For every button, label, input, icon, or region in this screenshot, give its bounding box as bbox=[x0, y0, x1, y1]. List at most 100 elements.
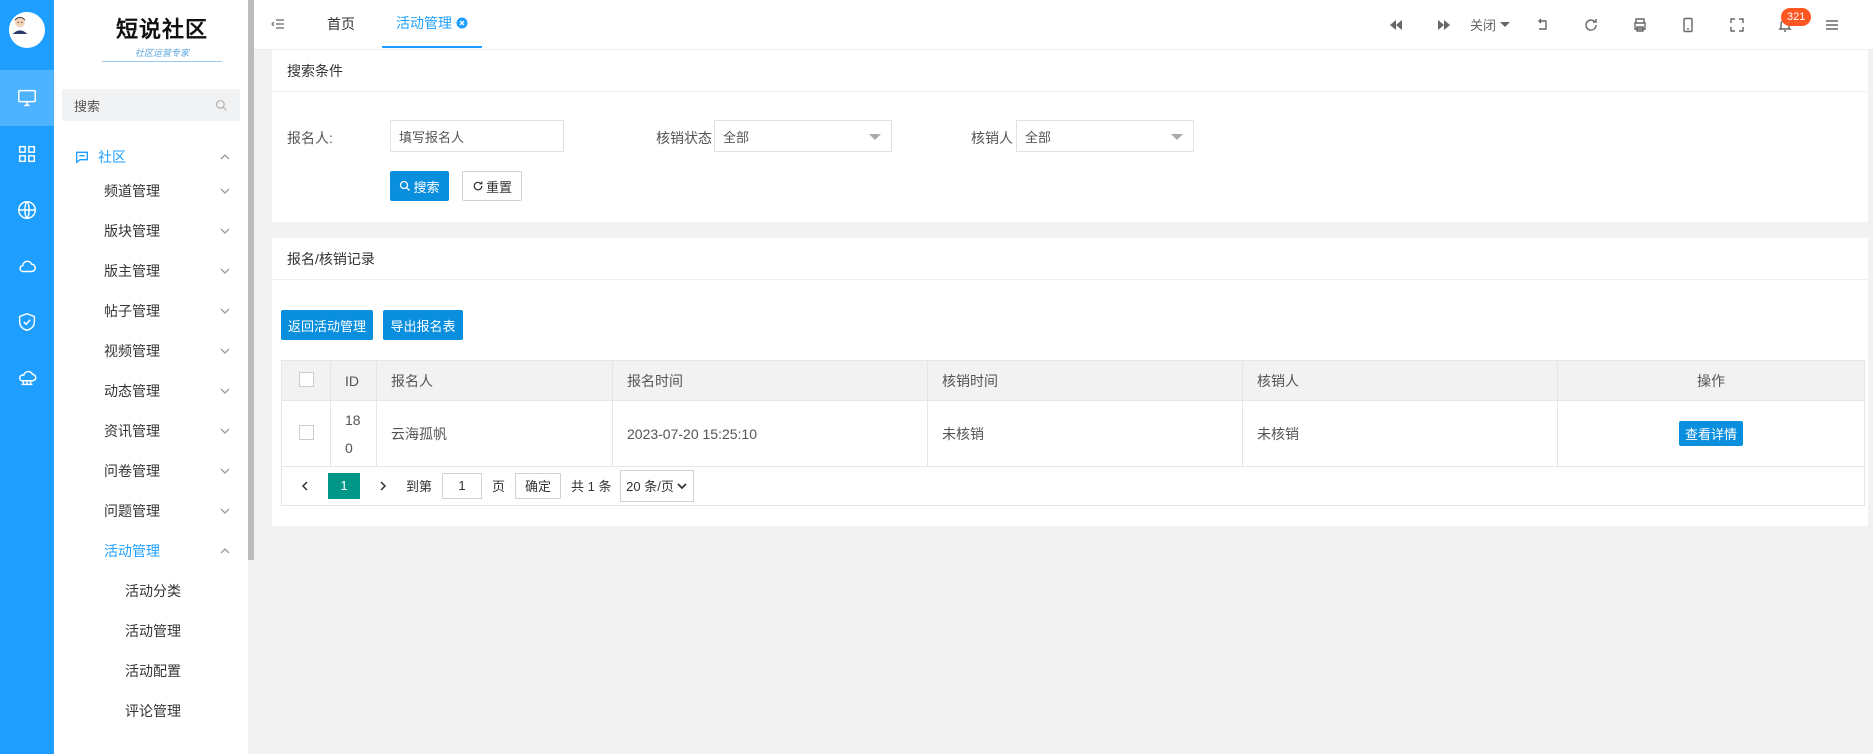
next-page-icon[interactable] bbox=[370, 473, 396, 499]
cloud-network-icon[interactable] bbox=[0, 350, 54, 406]
print-icon[interactable] bbox=[1629, 14, 1651, 36]
tab-home[interactable]: 首页 bbox=[327, 0, 355, 48]
chevron-up-icon bbox=[220, 548, 230, 554]
sidebar-subitem-label: 活动分类 bbox=[125, 583, 181, 599]
sidebar-scrollbar[interactable] bbox=[248, 0, 254, 560]
verify-status-label: 核销状态 bbox=[656, 130, 712, 146]
chevron-down-icon bbox=[220, 388, 230, 394]
mobile-icon[interactable] bbox=[1677, 14, 1699, 36]
search-button-label: 搜索 bbox=[413, 179, 440, 195]
goto-confirm-button[interactable]: 确定 bbox=[515, 472, 562, 499]
back-icon[interactable] bbox=[1532, 14, 1554, 36]
page-size-select[interactable]: 20 条/页 bbox=[619, 469, 694, 502]
close-tabs-dropdown[interactable]: 关闭 bbox=[1470, 0, 1511, 48]
search-button[interactable]: 搜索 bbox=[390, 171, 449, 201]
monitor-icon[interactable] bbox=[0, 70, 54, 126]
sidebar-item-activity[interactable]: 活动管理 bbox=[54, 531, 248, 571]
column-header[interactable]: 报名人 bbox=[376, 360, 613, 401]
verifier-cell: 未核销 bbox=[1242, 400, 1558, 467]
sidebar-item-moderator[interactable]: 版主管理 bbox=[54, 251, 248, 291]
row-checkbox[interactable] bbox=[298, 424, 314, 440]
page-size-value: 20 条/页 bbox=[626, 479, 674, 494]
more-menu-icon[interactable] bbox=[1821, 14, 1843, 36]
column-header[interactable]: ID bbox=[330, 360, 377, 401]
chevron-down-icon bbox=[220, 188, 230, 194]
goto-page-input[interactable]: 1 bbox=[442, 472, 483, 499]
sidebar-item-label: 帖子管理 bbox=[104, 303, 160, 319]
sidebar-subitem-activity-manage[interactable]: 活动管理 bbox=[54, 611, 248, 651]
sidebar-item-post[interactable]: 帖子管理 bbox=[54, 291, 248, 331]
column-header[interactable]: 报名时间 bbox=[612, 360, 928, 401]
fullscreen-icon[interactable] bbox=[1726, 14, 1748, 36]
logo-title: 短说社区 bbox=[115, 18, 208, 43]
refresh-icon[interactable] bbox=[1580, 14, 1602, 36]
reset-button[interactable]: 重置 bbox=[462, 171, 522, 201]
select-all-checkbox[interactable] bbox=[298, 371, 314, 387]
sidebar-item-board[interactable]: 版块管理 bbox=[54, 211, 248, 251]
cloud-icon[interactable] bbox=[0, 238, 54, 294]
records-table: ID 报名人 报名时间 核销时间 核销人 操作 18 0 云海孤帆 2023-0… bbox=[281, 360, 1865, 467]
verifier-value: 全部 bbox=[1025, 129, 1052, 145]
sidebar-item-feed[interactable]: 动态管理 bbox=[54, 371, 248, 411]
prev-page-icon[interactable] bbox=[292, 473, 318, 499]
column-header[interactable]: 核销时间 bbox=[927, 360, 1243, 401]
sidebar-subitem-comment-manage[interactable]: 评论管理 bbox=[54, 691, 248, 731]
column-header[interactable]: 操作 bbox=[1557, 360, 1865, 401]
verify-status-value: 全部 bbox=[723, 129, 750, 145]
caret-down-icon bbox=[869, 134, 881, 140]
total-count: 共 1 条 bbox=[571, 479, 612, 494]
select-all-cell bbox=[281, 360, 331, 401]
chevron-down-icon bbox=[220, 428, 230, 434]
chevron-down-icon bbox=[220, 348, 230, 354]
chevron-down-icon bbox=[220, 308, 230, 314]
id-line-2: 0 bbox=[345, 439, 353, 456]
chevron-down-icon bbox=[677, 482, 687, 489]
shield-icon[interactable] bbox=[0, 294, 54, 350]
refresh-icon bbox=[473, 181, 483, 191]
sidebar-group-community[interactable]: 社区 bbox=[54, 139, 248, 175]
current-page[interactable]: 1 bbox=[328, 472, 360, 499]
logo-subtitle: 社区运营专家 bbox=[102, 46, 222, 62]
scroll-tabs-right-icon[interactable] bbox=[1433, 14, 1455, 36]
sidebar-item-survey[interactable]: 问卷管理 bbox=[54, 451, 248, 491]
tab-label: 首页 bbox=[327, 16, 355, 32]
reset-button-label: 重置 bbox=[485, 179, 512, 195]
tab-activity-manage[interactable]: 活动管理 bbox=[382, 0, 482, 48]
verifier-select[interactable]: 全部 bbox=[1016, 120, 1194, 152]
register-time-cell: 2023-07-20 15:25:10 bbox=[612, 400, 928, 467]
export-button-label: 导出报名表 bbox=[390, 318, 456, 334]
back-to-activity-button[interactable]: 返回活动管理 bbox=[281, 310, 373, 340]
sidebar-search[interactable]: 搜索 bbox=[62, 89, 240, 121]
sidebar-item-video[interactable]: 视频管理 bbox=[54, 331, 248, 371]
close-tab-icon[interactable] bbox=[456, 17, 468, 29]
registrant-placeholder: 填写报名人 bbox=[399, 129, 465, 145]
site-logo[interactable]: 短说社区 社区运营专家 bbox=[102, 12, 222, 72]
export-registration-button[interactable]: 导出报名表 bbox=[383, 310, 463, 340]
view-detail-button[interactable]: 查看详情 bbox=[1678, 421, 1743, 446]
sidebar-item-label: 动态管理 bbox=[104, 383, 160, 399]
column-header[interactable]: 核销人 bbox=[1242, 360, 1558, 401]
sidebar-group-label: 社区 bbox=[98, 149, 126, 165]
sidebar-item-label: 频道管理 bbox=[104, 183, 160, 199]
registrant-input[interactable]: 填写报名人 bbox=[390, 120, 564, 152]
sidebar-item-channel[interactable]: 频道管理 bbox=[54, 171, 248, 211]
search-card-title: 搜索条件 bbox=[272, 50, 1868, 92]
top-bar: 首页 活动管理 关闭 321 bbox=[254, 0, 1873, 50]
table-header-row: ID 报名人 报名时间 核销时间 核销人 操作 bbox=[281, 360, 1865, 401]
globe-icon[interactable] bbox=[0, 182, 54, 238]
search-icon bbox=[216, 99, 227, 111]
sidebar-subitem-label: 活动配置 bbox=[125, 663, 181, 679]
registrant-cell: 云海孤帆 bbox=[376, 400, 613, 467]
sidebar-subitem-activity-category[interactable]: 活动分类 bbox=[54, 571, 248, 611]
verify-status-select[interactable]: 全部 bbox=[714, 120, 892, 152]
registrant-label: 报名人: bbox=[287, 130, 333, 146]
chevron-down-icon bbox=[220, 268, 230, 274]
sidebar-subitem-activity-config[interactable]: 活动配置 bbox=[54, 651, 248, 691]
sidebar-item-question[interactable]: 问题管理 bbox=[54, 491, 248, 531]
grid-icon[interactable] bbox=[0, 126, 54, 182]
notification-badge: 321 bbox=[1781, 8, 1812, 26]
user-avatar[interactable] bbox=[9, 12, 45, 48]
collapse-menu-icon[interactable] bbox=[270, 0, 286, 48]
scroll-tabs-left-icon[interactable] bbox=[1385, 14, 1407, 36]
sidebar-item-news[interactable]: 资讯管理 bbox=[54, 411, 248, 451]
